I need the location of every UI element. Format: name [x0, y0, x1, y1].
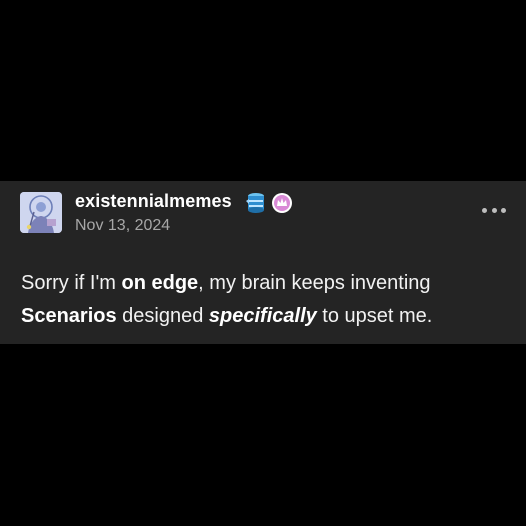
- avatar-image: [20, 192, 62, 233]
- avatar[interactable]: [20, 192, 62, 233]
- body-emphasis-text: specifically: [208, 305, 317, 327]
- body-text: Sorry if I'm: [21, 272, 122, 294]
- post-card: existennialmemes Nov 13, 2024 Sorry if I…: [0, 181, 526, 344]
- post-body: Sorry if I'm on edge, my brain keeps inv…: [21, 267, 511, 333]
- body-text: to upset me.: [316, 305, 433, 327]
- body-text: designed: [116, 305, 209, 327]
- page: existennialmemes Nov 13, 2024 Sorry if I…: [0, 0, 526, 526]
- badges: [246, 191, 293, 215]
- blue-cylinder-badge-icon[interactable]: [246, 192, 266, 214]
- pink-circle-badge-icon[interactable]: [271, 192, 293, 214]
- more-options-icon: [482, 207, 487, 213]
- more-options-icon: [501, 207, 506, 213]
- body-bold-text: Scenarios: [21, 305, 117, 327]
- body-bold-text: on edge: [121, 272, 199, 294]
- body-text: , my brain keeps inventing: [198, 272, 431, 294]
- more-options-button[interactable]: [482, 205, 506, 215]
- post-author[interactable]: existennialmemes: [75, 191, 232, 212]
- post-date[interactable]: Nov 13, 2024: [75, 217, 170, 235]
- more-options-icon: [491, 207, 497, 213]
